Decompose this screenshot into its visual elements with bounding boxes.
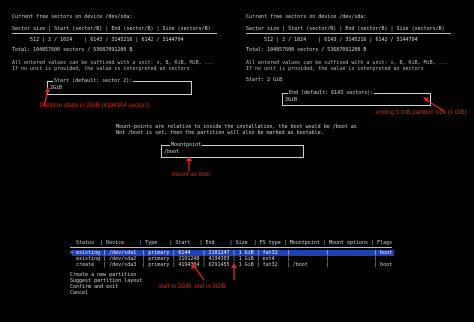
- end-sector-label: End (default: 6143 sectors):: [288, 90, 375, 96]
- annotation-partition-start: Partition starts in 2GiB (4194304 sector…: [40, 103, 150, 109]
- partition-table-separator: [70, 247, 392, 248]
- right-help-2: If no unit is provided, the value is int…: [246, 66, 424, 72]
- end-sector-value: 3GiB: [285, 97, 298, 103]
- mountpoint-label: Mountpoint: [170, 142, 203, 148]
- right-table-row: 512 | 2 / 1024 | 6143 / 3145216 | 6142 /…: [246, 37, 418, 43]
- right-separator: [246, 33, 451, 34]
- right-title: Current free sectors on device /dev/sda:: [246, 14, 367, 20]
- left-table-header: Sector size | Start (sector/B) | End (se…: [12, 26, 211, 32]
- left-separator: [12, 33, 217, 34]
- right-total: Total: 104857600 sectors / 53687091200 B: [246, 47, 367, 53]
- left-table-row: 512 | 2 / 1024 | 6143 / 3145216 | 6142 /…: [12, 37, 184, 43]
- left-help-2: If no unit is provided, the value is int…: [12, 66, 190, 72]
- partition-table-header: Status | Device | Type | Start | End | S…: [70, 240, 393, 246]
- action-cancel[interactable]: Cancel: [70, 290, 88, 296]
- left-total: Total: 104857600 sectors / 53687091200 B: [12, 47, 133, 53]
- left-title: Current free sectors on device /dev/sda:: [12, 14, 133, 20]
- annotation-mount-boot: mount as boot: [172, 172, 211, 178]
- start-sector-label: Start (default: sector 2):: [53, 78, 134, 84]
- right-table-header: Sector size | Start (sector/B) | End (se…: [246, 26, 445, 32]
- arrow-icon: [423, 97, 445, 112]
- mountpoint-value: /boot: [164, 149, 180, 155]
- right-start-line: Start: 2 GiB: [246, 77, 283, 83]
- annotation-start-end: start in 2GiB, end in 3GiB: [158, 284, 226, 290]
- mount-help-2: Not /boot is set, then the partition wil…: [116, 130, 324, 136]
- arrow-icon: [186, 156, 192, 171]
- arrow-icon: [43, 87, 50, 107]
- arrow-icon: [191, 263, 237, 281]
